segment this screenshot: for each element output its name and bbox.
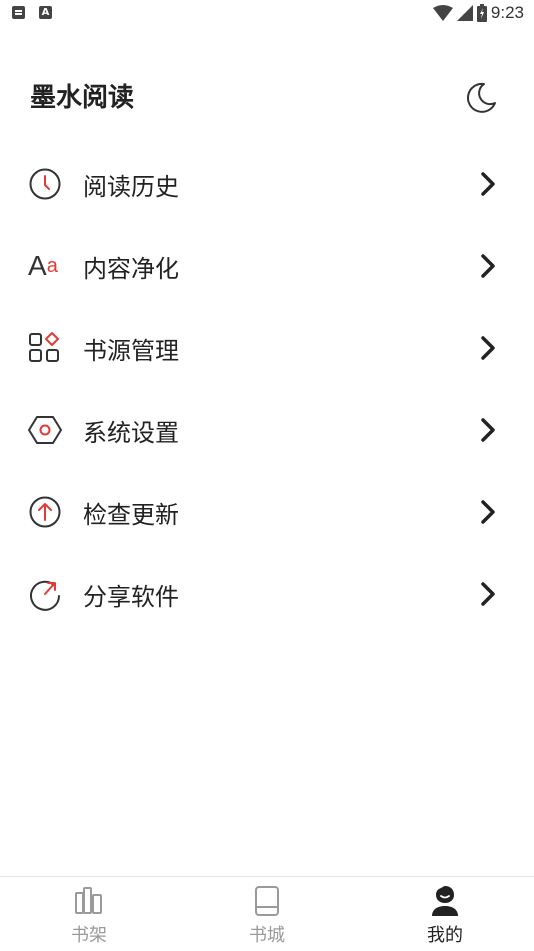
menu-label: 书源管理 [83,336,179,365]
tab-bookstore[interactable]: 书城 [178,877,356,951]
wifi-icon [432,5,453,21]
menu-label: 系统设置 [83,418,179,447]
font-a-small-glyph: a [46,255,58,277]
arrow-up-circle-icon [28,495,62,529]
moon-icon[interactable] [464,81,498,115]
tab-label: 书城 [249,925,285,946]
chevron-right-icon [481,254,495,278]
app-title: 墨水阅读 [30,83,135,113]
settings-menu: 阅读历史 Aa 内容净化 书源管理 系统设置 检查更新 分享软件 [0,143,534,635]
chevron-right-icon [481,172,495,196]
chevron-right-icon [481,582,495,606]
menu-item-content-purify[interactable]: Aa 内容净化 [0,225,534,307]
font-aa-icon: Aa [28,249,62,283]
menu-item-share-app[interactable]: 分享软件 [0,553,534,635]
menu-label: 阅读历史 [83,172,179,201]
menu-item-check-update[interactable]: 检查更新 [0,471,534,553]
tab-bookshelf[interactable]: 书架 [0,877,178,951]
menu-item-book-source[interactable]: 书源管理 [0,307,534,389]
book-icon [255,886,279,916]
apps-grid-icon [28,331,62,365]
chevron-right-icon [481,500,495,524]
menu-item-reading-history[interactable]: 阅读历史 [0,143,534,225]
settings-hexagon-icon [28,413,62,447]
message-notification-icon [12,6,25,19]
battery-icon [476,4,487,22]
tab-label: 我的 [427,925,463,946]
bookshelf-icon [75,887,102,914]
a-notification-icon: A [39,6,52,19]
tab-mine[interactable]: 我的 [356,877,534,951]
chevron-right-icon [481,418,495,442]
menu-item-system-settings[interactable]: 系统设置 [0,389,534,471]
bottom-navigation: 书架 书城 我的 [0,876,534,951]
tab-label: 书架 [71,925,107,946]
clock-time: 9:23 [490,3,524,22]
signal-icon [456,5,473,21]
chevron-right-icon [481,336,495,360]
font-a-glyph: A [28,250,47,281]
menu-label: 检查更新 [83,500,179,529]
share-refresh-icon [28,577,62,611]
header: 墨水阅读 [30,78,504,118]
status-bar: A 9:23 [0,0,534,28]
clock-icon [28,167,62,201]
menu-label: 分享软件 [83,582,179,611]
menu-label: 内容净化 [83,254,179,283]
user-icon [432,886,458,916]
